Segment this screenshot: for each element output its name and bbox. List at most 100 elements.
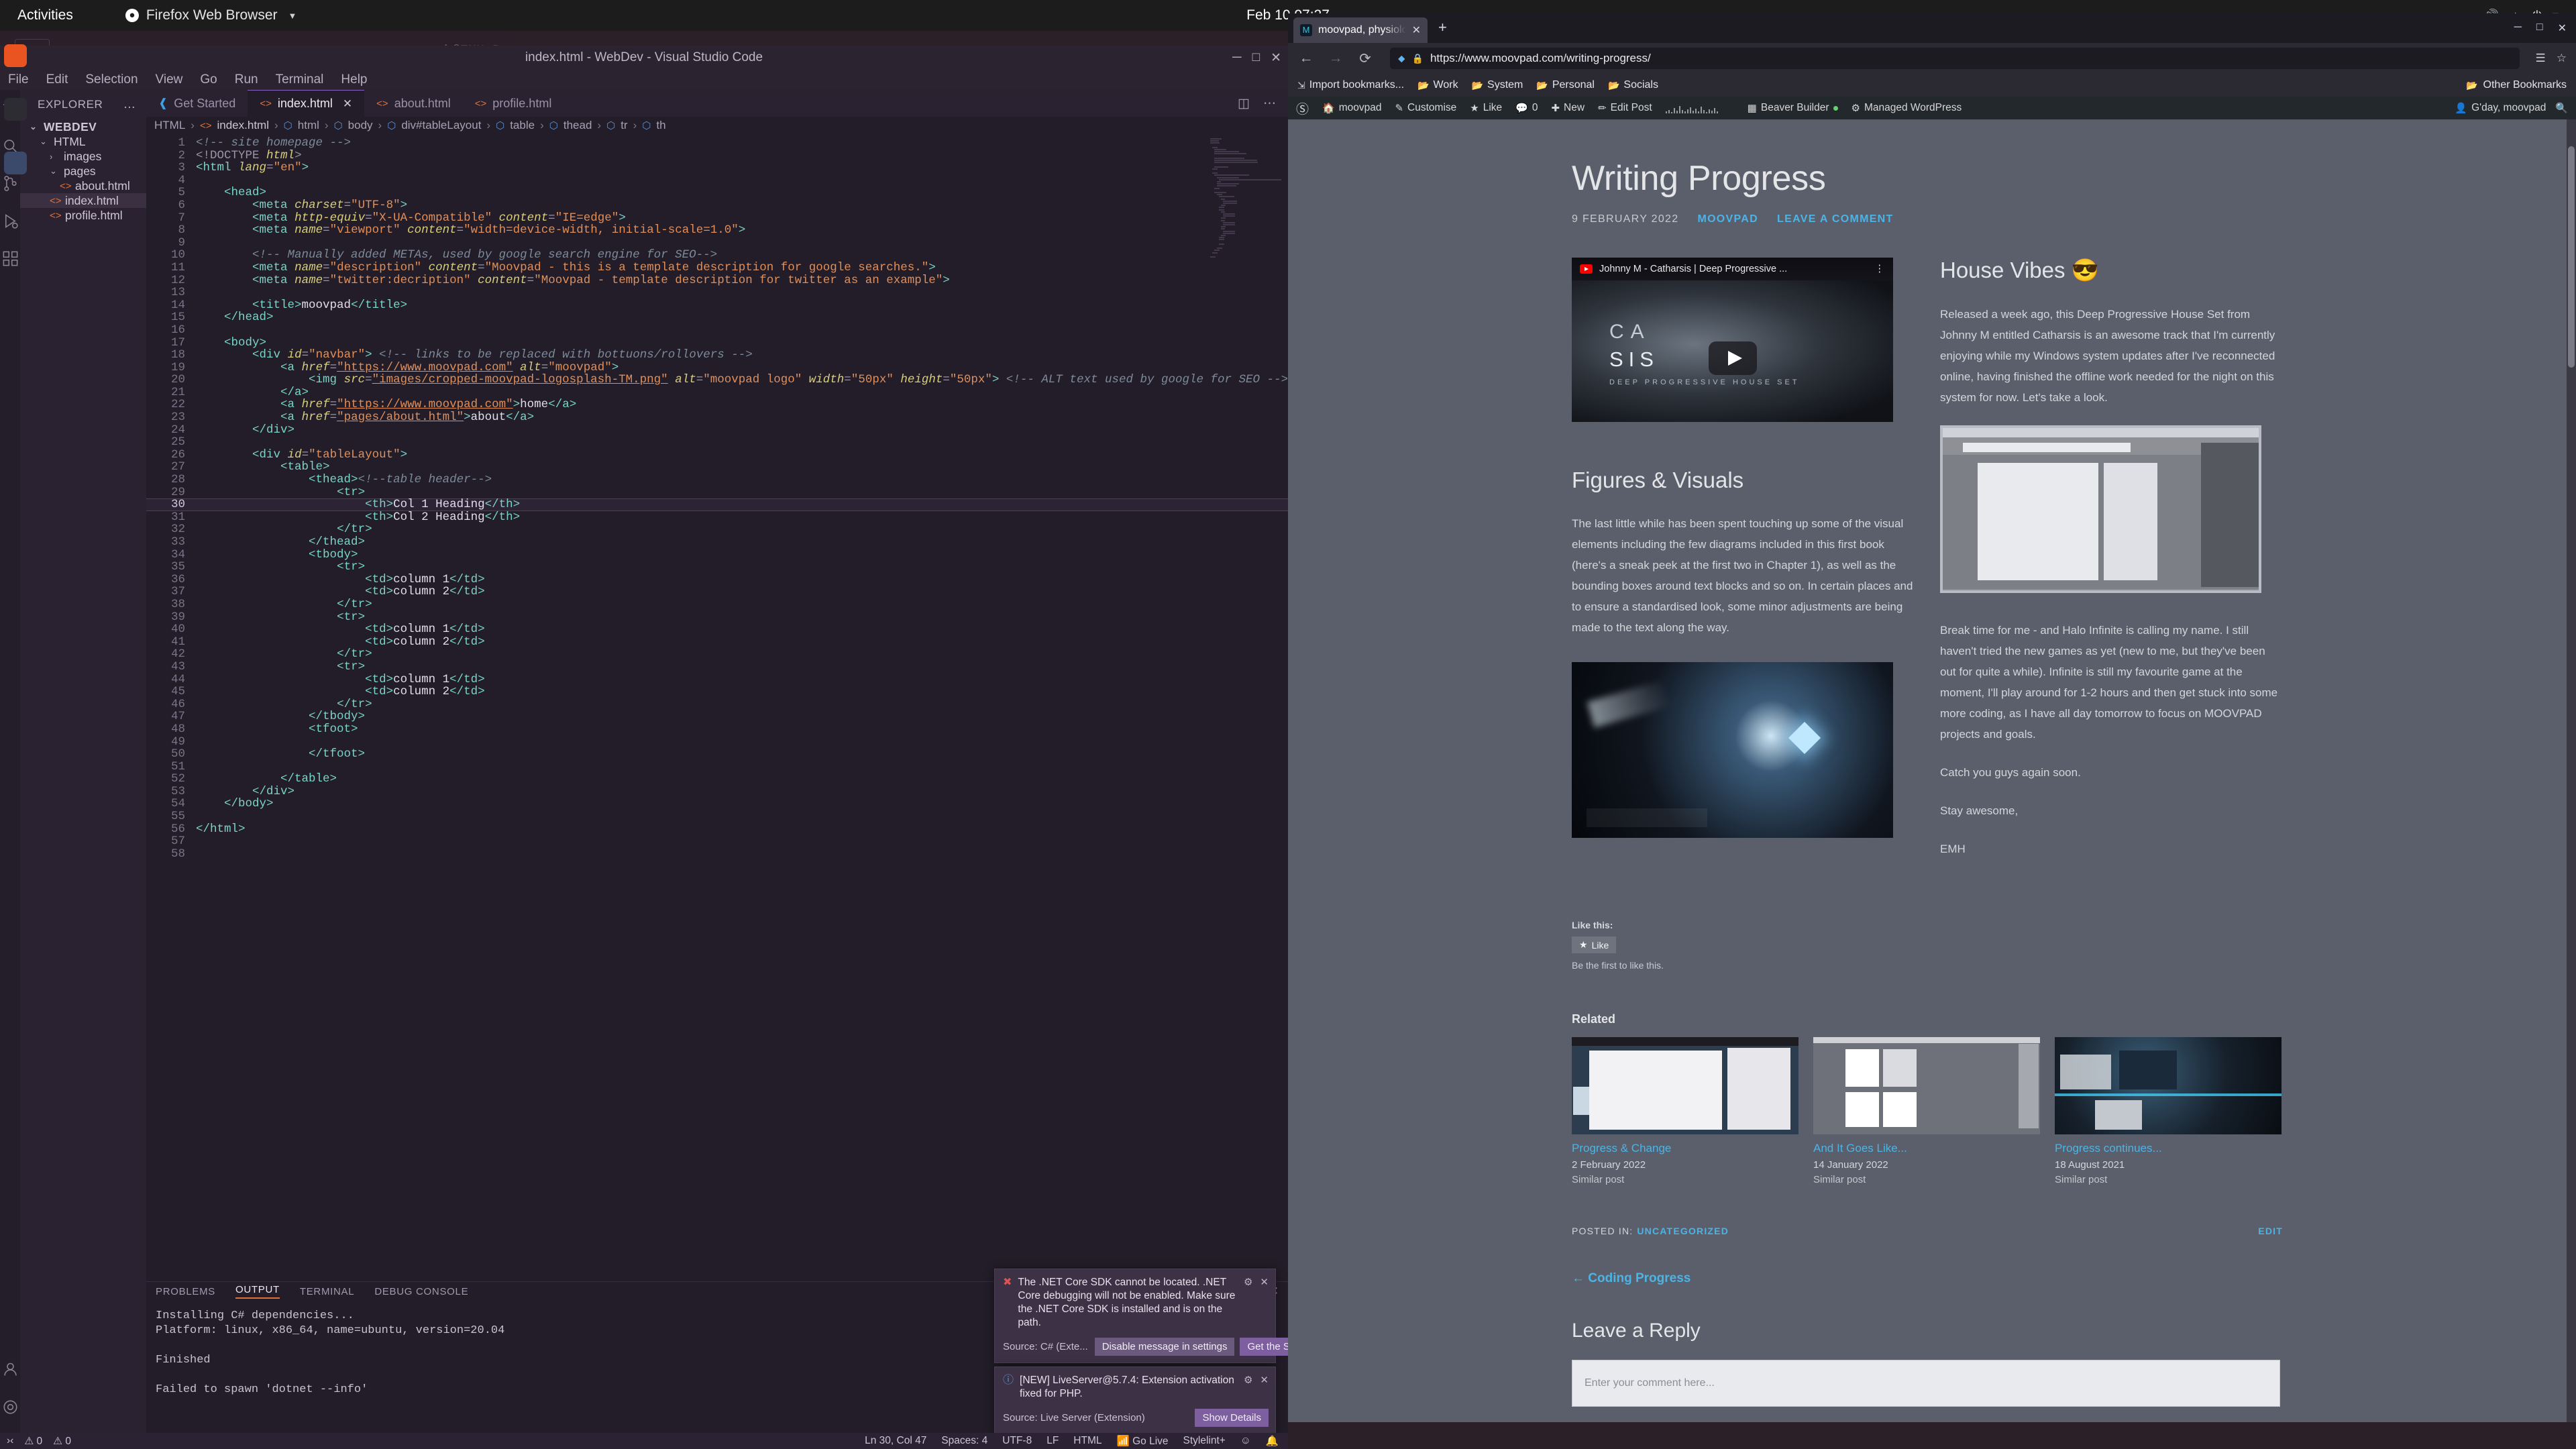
tab-about-html[interactable]: <> about.html xyxy=(364,90,463,117)
minimap[interactable] xyxy=(1208,134,1288,1281)
code-line[interactable]: 40 <td>column 1</td> xyxy=(146,623,1288,636)
close-icon[interactable]: ✕ xyxy=(343,97,352,111)
menu-file[interactable]: File xyxy=(8,72,29,87)
show-details-button[interactable]: Show Details xyxy=(1195,1409,1269,1427)
menu-help[interactable]: Help xyxy=(341,72,367,87)
code-line[interactable]: 26 <div id="tableLayout"> xyxy=(146,449,1288,462)
tree-item-index-html[interactable]: <> index.html xyxy=(20,193,147,208)
activities-button[interactable]: Activities xyxy=(17,7,73,23)
code-line[interactable]: 37 <td>column 2</td> xyxy=(146,586,1288,598)
tab-get-started[interactable]: ❰ Get Started xyxy=(146,90,248,117)
code-line[interactable]: 56 </html> xyxy=(146,822,1288,836)
code-line[interactable]: 12 <meta name="twitter:decription" conte… xyxy=(146,274,1288,287)
code-line[interactable]: 39 <tr> xyxy=(146,610,1288,624)
play-icon[interactable] xyxy=(1708,341,1757,376)
code-line[interactable]: 14 <title>moovpad</title> xyxy=(146,299,1288,312)
customise-button[interactable]: ✎ Customise xyxy=(1395,102,1456,114)
breadcrumb-item[interactable]: tr xyxy=(621,119,627,132)
gear-icon[interactable]: ⚙ xyxy=(1244,1374,1252,1401)
code-line[interactable]: 35 <tr> xyxy=(146,561,1288,574)
bookmark-personal[interactable]: 📂 Personal xyxy=(1536,79,1595,91)
code-line[interactable]: 17 <body> xyxy=(146,336,1288,350)
panel-tab-terminal[interactable]: TERMINAL xyxy=(300,1286,354,1297)
comment-input[interactable]: Enter your comment here... xyxy=(1572,1360,2280,1407)
code-line[interactable]: 25 xyxy=(146,436,1288,449)
close-button[interactable]: ✕ xyxy=(1271,50,1281,66)
file-tree[interactable]: ⌄ WEBDEV ⌄ HTML › images ⌄ pages <> about.html <> i… xyxy=(20,119,147,223)
code-line[interactable]: 9 xyxy=(146,237,1288,250)
minimize-button[interactable]: ─ xyxy=(1232,50,1241,66)
code-line[interactable]: 21 </a> xyxy=(146,386,1288,399)
like-button[interactable]: ★ Like xyxy=(1572,936,1617,953)
code-line[interactable]: 51 xyxy=(146,761,1288,773)
menu-go[interactable]: Go xyxy=(200,72,217,87)
new-tab-button[interactable]: + xyxy=(1438,19,1447,36)
code-line[interactable]: 30 <th>Col 1 Heading</th> xyxy=(146,498,1288,511)
code-line[interactable]: 13 xyxy=(146,286,1288,299)
related-post-thumbnail[interactable] xyxy=(1813,1037,2040,1134)
stylelint-status[interactable]: Stylelint+ xyxy=(1183,1435,1226,1447)
code-line[interactable]: 8 <meta name="viewport" content="width=d… xyxy=(146,224,1288,237)
code-line[interactable]: 7 <meta http-equiv="X-UA-Compatible" con… xyxy=(146,211,1288,225)
leave-comment-link[interactable]: LEAVE A COMMENT xyxy=(1777,213,1894,225)
breadcrumb-item[interactable]: div#tableLayout xyxy=(401,119,481,132)
lock-icon[interactable]: 🔒 xyxy=(1412,53,1424,64)
code-lines[interactable]: 1 <!-- site homepage --> 2 <!DOCTYPE html> 3… xyxy=(146,134,1288,860)
edit-link[interactable]: EDIT xyxy=(2258,1226,2283,1236)
menu-selection[interactable]: Selection xyxy=(85,72,138,87)
code-line[interactable]: 1 <!-- site homepage --> xyxy=(146,137,1288,150)
post-author-link[interactable]: MOOVPAD xyxy=(1697,213,1758,225)
related-post-thumbnail[interactable] xyxy=(2055,1037,2282,1134)
encoding[interactable]: UTF-8 xyxy=(1002,1435,1032,1447)
panel-tab-debug-console[interactable]: DEBUG CONSOLE xyxy=(374,1286,468,1297)
dock-firefox-icon[interactable] xyxy=(4,44,27,67)
more-actions-icon[interactable]: ⋯ xyxy=(1263,96,1276,111)
code-line[interactable]: 24 </div> xyxy=(146,423,1288,437)
save-to-pocket-icon[interactable]: ☰ xyxy=(2536,52,2546,65)
embedded-video[interactable]: Johnny M - Catharsis | Deep Progressive … xyxy=(1572,258,1893,422)
code-line[interactable]: 46 </tr> xyxy=(146,698,1288,711)
account-menu[interactable]: 👤 G'day, moovpad xyxy=(2455,102,2546,114)
menu-edit[interactable]: Edit xyxy=(46,72,68,87)
vscode-menu-bar[interactable]: File Edit Selection View Go Run Terminal… xyxy=(0,70,1288,90)
other-bookmarks-button[interactable]: 📂 Other Bookmarks xyxy=(2466,79,2567,91)
tab-profile-html[interactable]: <> profile.html xyxy=(463,90,564,117)
language-mode[interactable]: HTML xyxy=(1073,1435,1102,1447)
code-line[interactable]: 5 <head> xyxy=(146,186,1288,199)
tree-item-about-html[interactable]: <> about.html xyxy=(20,178,146,193)
new-content-button[interactable]: ✚ New xyxy=(1551,102,1585,114)
maximize-button[interactable]: □ xyxy=(1252,50,1260,66)
tab-index-html[interactable]: <> index.html ✕ xyxy=(248,90,365,117)
code-line[interactable]: 3 <html lang="en"> xyxy=(146,162,1288,174)
feedback-icon[interactable]: ☺ xyxy=(1240,1435,1251,1447)
code-line[interactable]: 16 xyxy=(146,324,1288,337)
breadcrumb-item[interactable]: thead xyxy=(564,119,592,132)
close-icon[interactable]: ✕ xyxy=(1260,1276,1269,1330)
code-line[interactable]: 58 xyxy=(146,848,1288,861)
close-button[interactable]: ✕ xyxy=(2558,21,2567,35)
code-line[interactable]: 36 <td>column 1</td> xyxy=(146,573,1288,586)
menu-terminal[interactable]: Terminal xyxy=(276,72,324,87)
category-link[interactable]: UNCATEGORIZED xyxy=(1637,1226,1729,1236)
webpage-viewport[interactable]: Writing Progress 9 FEBRUARY 2022 MOOVPAD… xyxy=(1288,119,2576,1422)
firefox-window-controls[interactable]: ─ □ ✕ xyxy=(2514,21,2567,35)
eol[interactable]: LF xyxy=(1046,1435,1059,1447)
tree-item-pages[interactable]: ⌄ pages xyxy=(20,164,146,178)
code-line[interactable]: 18 <div id="navbar"> <!-- links to be re… xyxy=(146,349,1288,362)
video-stage[interactable]: CA SIS DEEP PROGRESSIVE HOUSE SET xyxy=(1572,280,1893,422)
editor-actions[interactable]: ◫ ⋯ xyxy=(1238,90,1288,117)
code-line[interactable]: 53 </div> xyxy=(146,786,1288,798)
code-line[interactable]: 52 </table> xyxy=(146,773,1288,786)
wordpress-logo-icon[interactable]: Ⓢ xyxy=(1296,99,1309,117)
code-line[interactable]: 4 xyxy=(146,174,1288,187)
warning-count[interactable]: ⚠ 0 xyxy=(53,1435,71,1448)
breadcrumb-item[interactable]: th xyxy=(656,119,665,132)
code-line[interactable]: 28 <thead><!--table header--> xyxy=(146,474,1288,486)
tree-item-html[interactable]: ⌄ HTML xyxy=(20,134,146,149)
stats-sparkline[interactable] xyxy=(1665,103,1718,113)
go-live-button[interactable]: 📶 Go Live xyxy=(1117,1435,1169,1448)
code-line[interactable]: 11 <meta name="description" content="Moo… xyxy=(146,262,1288,274)
gear-icon[interactable]: ⚙ xyxy=(1244,1276,1252,1330)
split-editor-icon[interactable]: ◫ xyxy=(1238,96,1250,111)
code-line[interactable]: 47 </tbody> xyxy=(146,710,1288,723)
